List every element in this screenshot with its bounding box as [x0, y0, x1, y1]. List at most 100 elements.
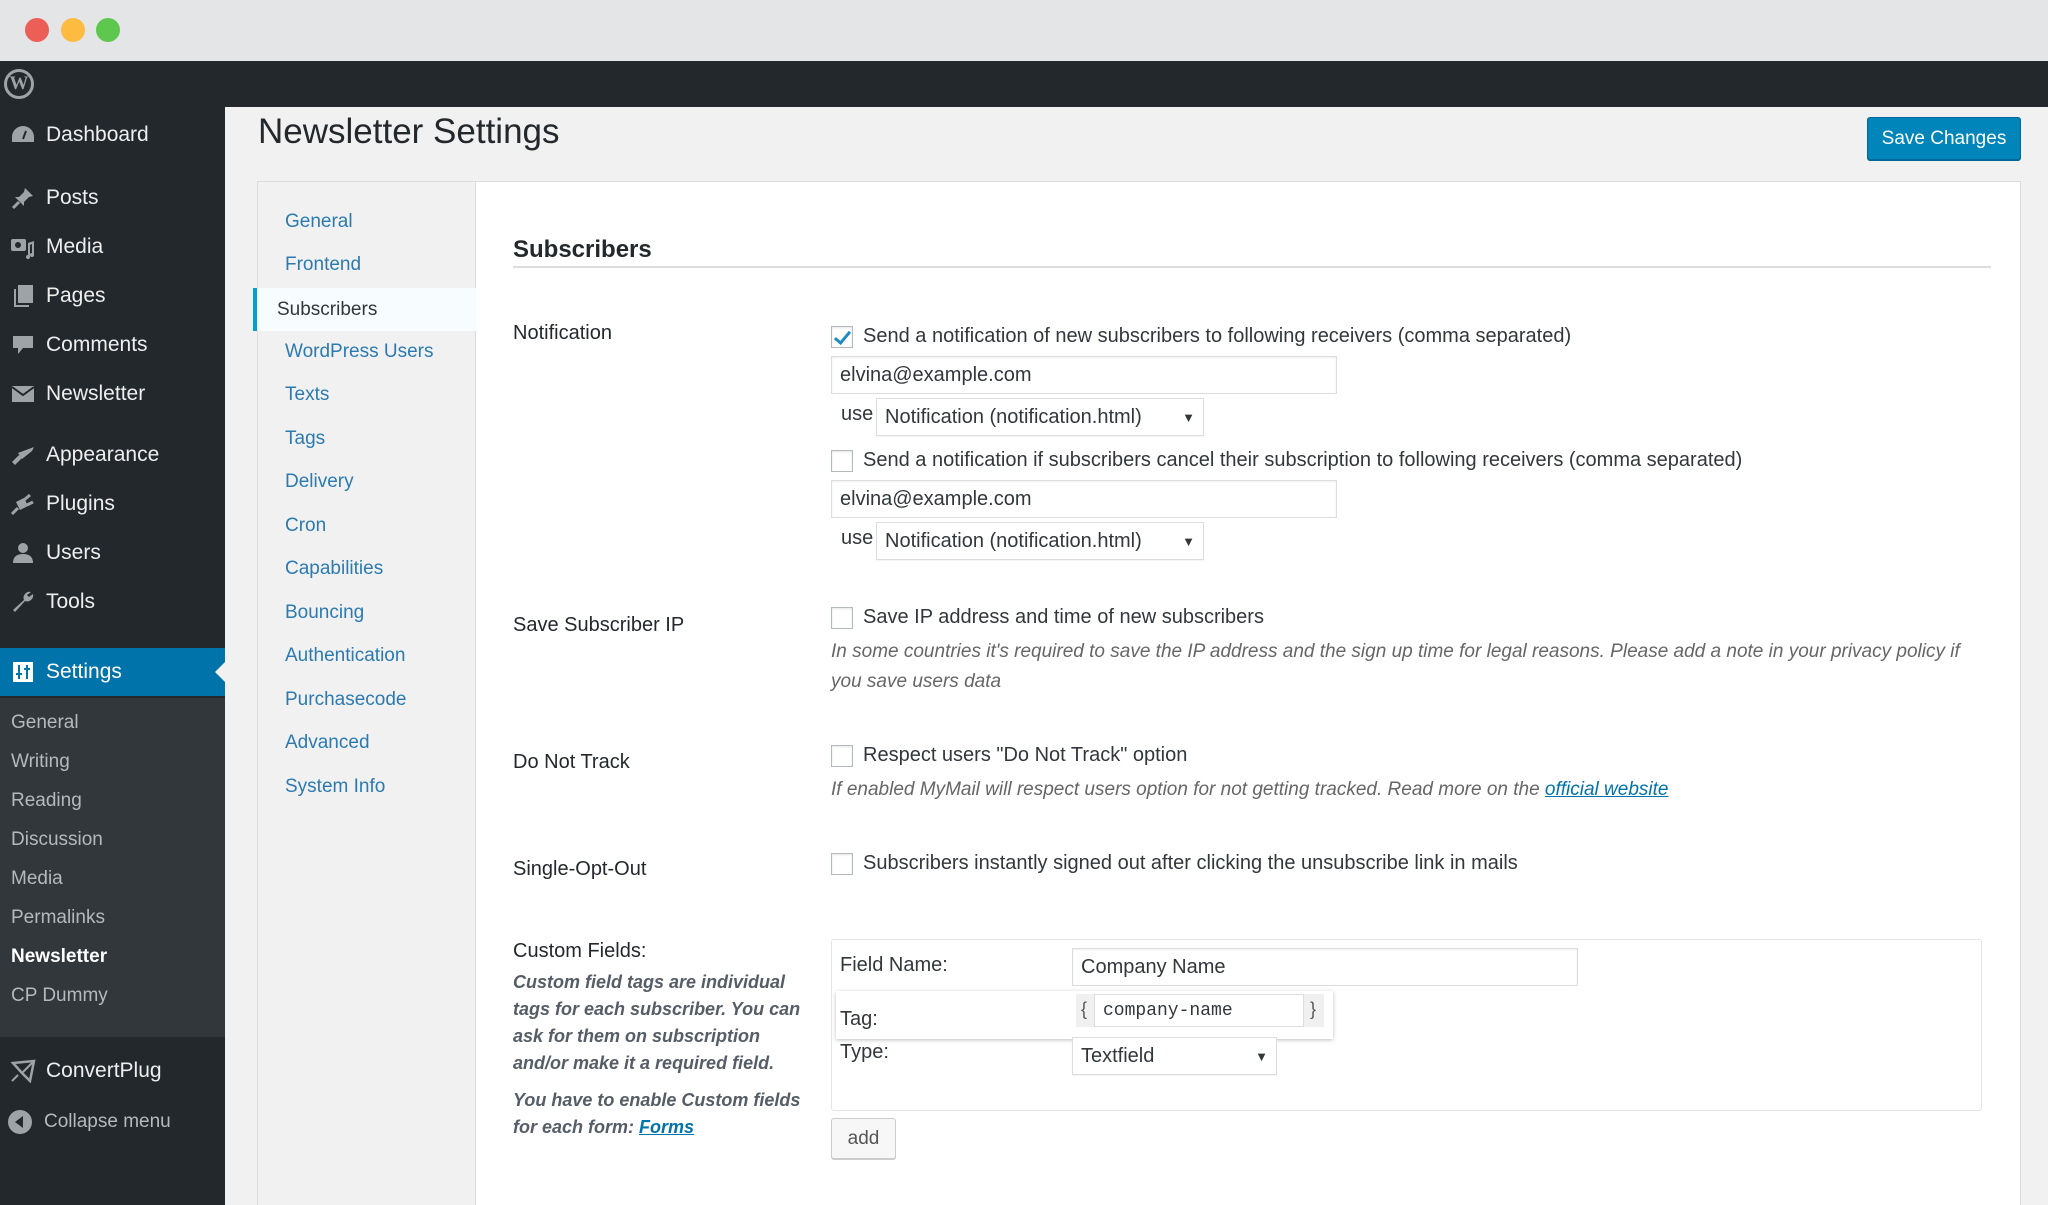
do-not-track-checkbox[interactable]: [831, 744, 853, 767]
sidebar-item-appearance[interactable]: Appearance: [0, 431, 225, 479]
official-website-link[interactable]: official website: [1545, 779, 1669, 800]
sidebar-item-dashboard[interactable]: Dashboard: [0, 111, 225, 159]
save-ip-description: In some countries it's required to save …: [831, 641, 1960, 692]
cancel-subscription-notification-checkbox[interactable]: [831, 449, 853, 472]
close-window-button[interactable]: [25, 18, 49, 42]
chevron-down-icon: ▼: [1255, 1048, 1268, 1064]
do-not-track-description: If enabled MyMail will respect users opt…: [831, 779, 1669, 800]
submenu-item-reading[interactable]: Reading: [11, 790, 82, 812]
tab-delivery[interactable]: Delivery: [285, 471, 354, 493]
custom-fields-note: You have to enable Custom fields for eac…: [513, 1090, 801, 1137]
field-name-label: Field Name:: [840, 954, 948, 976]
user-icon: [0, 541, 46, 565]
paintbrush-icon: [0, 443, 46, 467]
sidebar-item-users[interactable]: Users: [0, 529, 225, 577]
tab-capabilities[interactable]: Capabilities: [285, 558, 383, 580]
tab-subscribers[interactable]: Subscribers: [253, 288, 476, 331]
sidebar-item-tools[interactable]: Tools: [0, 578, 225, 626]
submenu-item-permalinks[interactable]: Permalinks: [11, 907, 105, 929]
open-brace: {: [1081, 999, 1088, 1019]
minimize-window-button[interactable]: [61, 18, 85, 42]
new-subscriber-template-select[interactable]: Notification (notification.html) ▼: [876, 398, 1204, 436]
section-title: Subscribers: [513, 236, 652, 263]
single-opt-out-label: Single-Opt-Out: [513, 858, 647, 880]
tab-purchasecode[interactable]: Purchasecode: [285, 689, 406, 711]
custom-fields-description: Custom field tags are individual tags fo…: [513, 972, 801, 1073]
custom-field-editor: Field Name: Tag: { } Type: Textfield▼: [831, 939, 1982, 1111]
paper-plane-icon: [0, 1059, 46, 1083]
single-opt-out-option: Subscribers instantly signed out after c…: [831, 852, 1518, 875]
new-subscriber-email-input[interactable]: [831, 356, 1337, 394]
page-right-margin: [2021, 107, 2048, 1205]
sidebar-item-media[interactable]: Media: [0, 223, 225, 271]
do-not-track-option: Respect users "Do Not Track" option: [831, 744, 1187, 767]
wrench-icon: [0, 590, 46, 614]
forms-link[interactable]: Forms: [639, 1117, 694, 1137]
add-custom-field-button[interactable]: add: [831, 1118, 896, 1159]
page-title: Newsletter Settings: [258, 112, 560, 151]
media-icon: [0, 235, 46, 259]
tab-tags[interactable]: Tags: [285, 428, 325, 450]
save-ip-label: Save Subscriber IP: [513, 614, 685, 636]
type-label: Type:: [840, 1041, 889, 1063]
tab-general[interactable]: General: [285, 211, 353, 233]
sidebar-item-comments[interactable]: Comments: [0, 321, 225, 369]
tag-row: Tag: { }: [836, 991, 1333, 1039]
save-ip-checkbox[interactable]: [831, 606, 853, 629]
wordpress-logo-icon[interactable]: W: [4, 69, 34, 99]
submenu-item-general[interactable]: General: [11, 712, 79, 734]
save-changes-button[interactable]: Save Changes: [1867, 117, 2021, 160]
new-subscriber-notification-option: Send a notification of new subscribers t…: [831, 325, 1571, 348]
sidebar-item-settings[interactable]: Settings: [0, 648, 225, 696]
tab-cron[interactable]: Cron: [285, 515, 326, 537]
use-label: use: [841, 403, 874, 425]
save-ip-option: Save IP address and time of new subscrib…: [831, 606, 1264, 629]
tag-label: Tag:: [840, 1008, 878, 1030]
chevron-down-icon: ▼: [1182, 533, 1195, 549]
cancel-subscription-template-select[interactable]: Notification (notification.html) ▼: [876, 522, 1204, 560]
cancel-subscription-notification-option: Send a notification if subscribers cance…: [831, 449, 1742, 472]
comment-icon: [0, 333, 46, 357]
pages-icon: [0, 284, 46, 308]
cancel-subscription-email-input[interactable]: [831, 480, 1337, 518]
sidebar-item-pages[interactable]: Pages: [0, 272, 225, 320]
pushpin-icon: [0, 186, 46, 210]
tab-wordpress-users[interactable]: WordPress Users: [285, 341, 434, 363]
plug-icon: [0, 492, 46, 516]
single-opt-out-checkbox[interactable]: [831, 852, 853, 875]
tab-frontend[interactable]: Frontend: [285, 254, 361, 276]
tab-system-info[interactable]: System Info: [285, 776, 385, 798]
collapse-arrow-icon: [8, 1110, 32, 1134]
use-label: use: [841, 527, 874, 549]
tag-field-wrapper: { }: [1076, 994, 1324, 1027]
notification-label: Notification: [513, 322, 612, 344]
submenu-item-cp-dummy[interactable]: CP Dummy: [11, 985, 108, 1007]
tab-authentication[interactable]: Authentication: [285, 645, 405, 667]
window-titlebar: [0, 0, 2048, 61]
sidebar-item-posts[interactable]: Posts: [0, 174, 225, 222]
custom-fields-label: Custom Fields:: [513, 940, 647, 962]
dashboard-icon: [0, 124, 46, 146]
envelope-icon: [0, 384, 46, 404]
tab-bouncing[interactable]: Bouncing: [285, 602, 364, 624]
field-name-input[interactable]: [1072, 948, 1578, 986]
maximize-window-button[interactable]: [96, 18, 120, 42]
settings-panel: General Frontend Subscribers WordPress U…: [253, 181, 2021, 1205]
active-menu-pointer: [215, 662, 225, 682]
tab-texts[interactable]: Texts: [285, 384, 329, 406]
submenu-item-writing[interactable]: Writing: [11, 751, 70, 773]
tab-advanced[interactable]: Advanced: [285, 732, 370, 754]
sidebar-item-convertplug[interactable]: ConvertPlug: [0, 1047, 225, 1095]
sidebar-item-plugins[interactable]: Plugins: [0, 480, 225, 528]
tag-input[interactable]: [1094, 994, 1304, 1027]
new-subscriber-notification-checkbox[interactable]: [831, 325, 853, 348]
settings-sliders-icon: [0, 661, 46, 683]
submenu-item-discussion[interactable]: Discussion: [11, 829, 103, 851]
sidebar-item-newsletter[interactable]: Newsletter: [0, 370, 225, 418]
chevron-down-icon: ▼: [1182, 409, 1195, 425]
field-type-select[interactable]: Textfield ▼: [1072, 1037, 1277, 1075]
submenu-item-media[interactable]: Media: [11, 868, 63, 890]
collapse-menu-button[interactable]: Collapse menu: [0, 1102, 225, 1142]
submenu-item-newsletter[interactable]: Newsletter: [11, 946, 107, 968]
settings-tabs: General Frontend Subscribers WordPress U…: [253, 182, 476, 1205]
